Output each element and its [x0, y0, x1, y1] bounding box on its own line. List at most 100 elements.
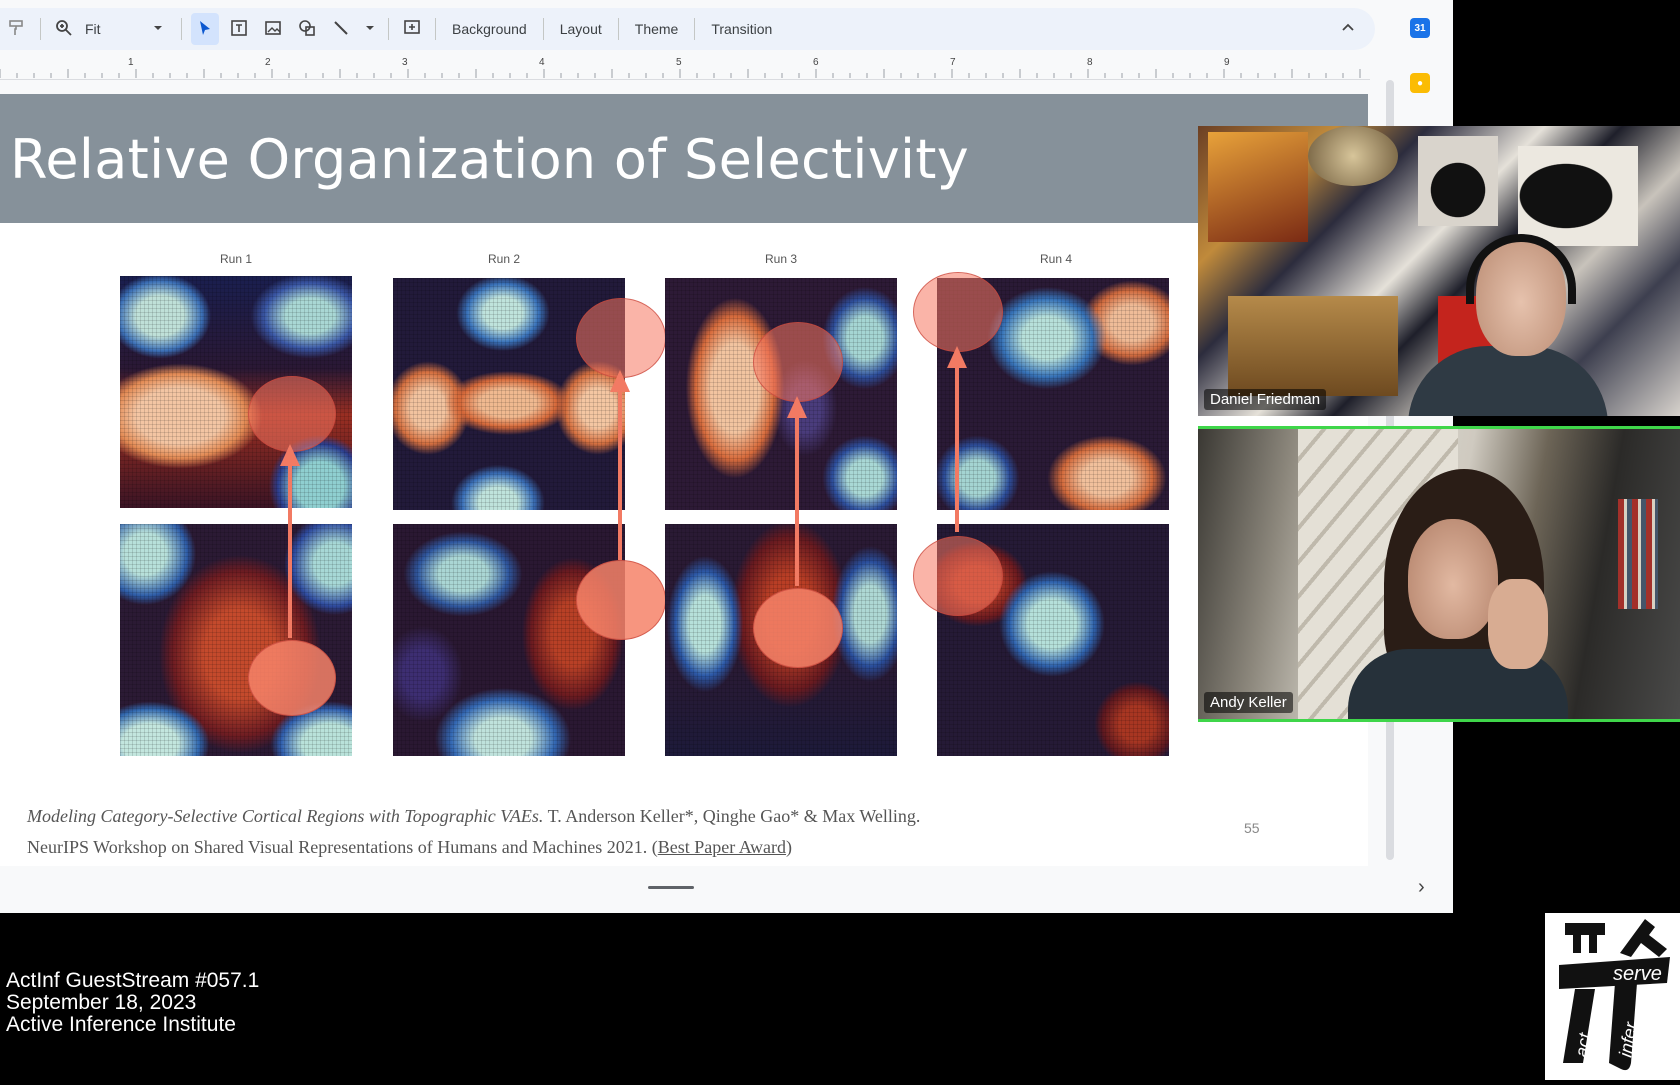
- video-tile-daniel: Daniel Friedman: [1198, 126, 1680, 416]
- citation-line-2: NeurIPS Workshop on Shared Visual Repres…: [27, 837, 792, 858]
- shift-arrow: [610, 370, 630, 560]
- cursor-icon: [196, 19, 214, 40]
- zoom-icon: [55, 19, 73, 40]
- furniture: [1228, 296, 1398, 396]
- heatmap-run2-bottom: [393, 524, 625, 756]
- shapes-icon: [298, 19, 316, 40]
- slide-number: 55: [1244, 820, 1260, 836]
- selectivity-region-highlight: [753, 588, 843, 668]
- ruler-mark: 3: [402, 57, 408, 68]
- wall-art: [1518, 146, 1638, 246]
- wall-art: [1308, 126, 1398, 186]
- stream-date: September 18, 2023: [6, 991, 197, 1014]
- ruler-mark: 2: [265, 57, 271, 68]
- selectivity-region-highlight: [913, 536, 1003, 616]
- add-comment-icon: [403, 19, 421, 40]
- hand: [1488, 579, 1548, 669]
- best-paper-award-link[interactable]: Best Paper Award: [658, 837, 786, 857]
- paint-format-button[interactable]: [3, 13, 31, 45]
- side-panel: 31 ●: [1410, 18, 1440, 128]
- run-label: Run 1: [219, 252, 253, 266]
- transition-button[interactable]: Transition: [701, 13, 782, 45]
- selectivity-region-highlight: [913, 272, 1003, 352]
- venue-text: NeurIPS Workshop on Shared Visual Repres…: [27, 837, 658, 857]
- slide-title[interactable]: Relative Organization of Selectivity: [10, 128, 969, 191]
- chevron-right-icon[interactable]: ›: [1418, 876, 1425, 899]
- insert-comment-button[interactable]: [398, 13, 426, 45]
- ruler-mark: 1: [128, 57, 134, 68]
- participant-name-daniel: Daniel Friedman: [1204, 389, 1327, 410]
- participant-name-andy: Andy Keller: [1204, 692, 1293, 713]
- shift-arrow: [947, 346, 967, 532]
- participant-face: [1408, 519, 1498, 639]
- logo-serve-text: serve: [1613, 963, 1662, 985]
- selectivity-region-highlight: [576, 560, 666, 640]
- select-tool-button[interactable]: [191, 13, 219, 45]
- toolbar-divider: [694, 18, 696, 40]
- run-label: Run 2: [487, 252, 521, 266]
- toolbar-divider: [40, 18, 41, 40]
- ruler-ticks: [0, 69, 1361, 78]
- zoom-dropdown-button[interactable]: [144, 13, 172, 45]
- bookshelf: [1618, 499, 1658, 609]
- selectivity-region-highlight: [753, 322, 843, 402]
- zoom-button[interactable]: [50, 13, 78, 45]
- shape-button[interactable]: [293, 13, 321, 45]
- wall-art: [1418, 136, 1498, 226]
- heatmap-run1-bottom: [120, 524, 352, 756]
- insert-image-button[interactable]: [259, 13, 287, 45]
- toolbar: Fit Background Layout Theme Transition: [0, 8, 1375, 50]
- ruler-mark: 8: [1087, 57, 1093, 68]
- wall-art: [1208, 132, 1308, 242]
- speaker-notes-divider: ›: [0, 870, 1453, 913]
- line-dropdown-button[interactable]: [361, 13, 379, 45]
- horizontal-ruler: 1 2 3 4 5 6 7 8 9: [0, 57, 1370, 80]
- caret-down-icon: [149, 19, 167, 40]
- zoom-select[interactable]: Fit: [81, 21, 141, 37]
- citation-line-1: Modeling Category-Selective Cortical Reg…: [27, 806, 920, 827]
- ruler-mark: 4: [539, 57, 545, 68]
- ruler-mark: 6: [813, 57, 819, 68]
- run-label: Run 3: [764, 252, 798, 266]
- caret-down-icon: [361, 19, 379, 40]
- ruler-mark: 5: [676, 57, 682, 68]
- selectivity-region-highlight: [248, 376, 336, 452]
- paper-title: Modeling Category-Selective Cortical Reg…: [27, 806, 544, 826]
- video-tile-andy: Andy Keller: [1198, 426, 1680, 722]
- line-icon: [332, 19, 350, 40]
- selectivity-region-highlight: [248, 640, 336, 716]
- chevron-up-icon: [1339, 19, 1357, 40]
- paint-roller-icon: [8, 19, 26, 40]
- layout-button[interactable]: Layout: [550, 13, 612, 45]
- calendar-icon[interactable]: 31: [1410, 18, 1430, 38]
- toolbar-divider: [542, 18, 544, 40]
- text-box-button[interactable]: [225, 13, 253, 45]
- paren-close: ): [786, 837, 793, 857]
- shift-arrow: [787, 396, 807, 586]
- title-bar: Relative Organization of Selectivity: [0, 94, 1368, 223]
- theme-button[interactable]: Theme: [625, 13, 689, 45]
- shift-arrow: [280, 444, 300, 638]
- pi-logo-icon: serve act infer: [1559, 919, 1670, 1071]
- line-button[interactable]: [327, 13, 355, 45]
- ruler-mark: 7: [950, 57, 956, 68]
- image-icon: [264, 19, 282, 40]
- keep-icon[interactable]: ●: [1410, 73, 1430, 93]
- notes-drag-handle[interactable]: [648, 886, 694, 889]
- logo-act-text: act: [1571, 1031, 1595, 1059]
- collapse-toolbar-button[interactable]: [1334, 13, 1362, 45]
- ruler-mark: 9: [1224, 57, 1230, 68]
- stream-org: Active Inference Institute: [6, 1013, 236, 1036]
- stream-title: ActInf GuestStream #057.1: [6, 969, 260, 992]
- stream-info: ActInf GuestStream #057.1 September 18, …: [6, 970, 259, 1036]
- active-inference-logo: serve act infer: [1545, 913, 1680, 1080]
- slide-canvas[interactable]: Relative Organization of Selectivity Run…: [0, 94, 1368, 866]
- toolbar-divider: [617, 18, 619, 40]
- toolbar-divider: [181, 18, 182, 40]
- background-button[interactable]: Background: [442, 13, 537, 45]
- run-label: Run 4: [1039, 252, 1073, 266]
- toolbar-divider: [388, 18, 389, 40]
- toolbar-divider: [435, 18, 436, 40]
- selectivity-region-highlight: [576, 298, 666, 378]
- text-box-icon: [230, 19, 248, 40]
